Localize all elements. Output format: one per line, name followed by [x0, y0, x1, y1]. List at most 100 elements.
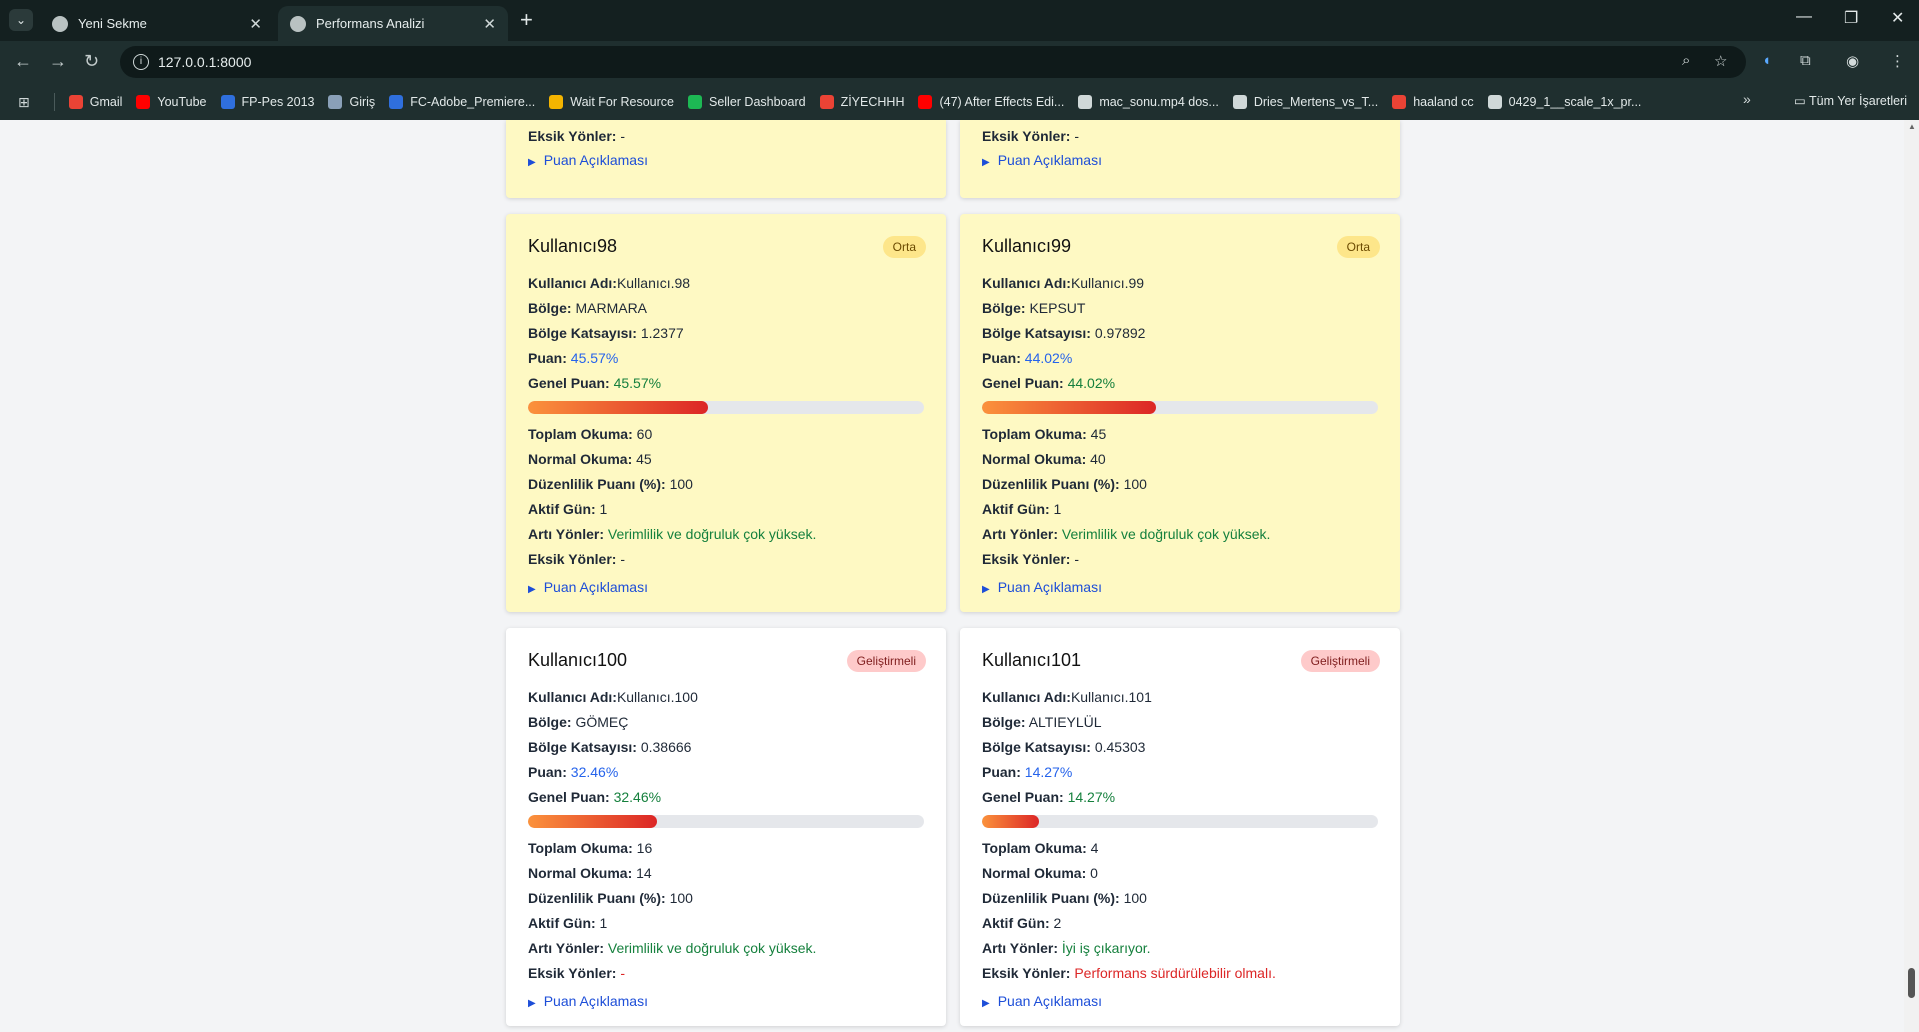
bookmark-label: Giriş	[349, 95, 376, 109]
zoom-icon[interactable]: ⌕	[1682, 52, 1690, 69]
user-card-partial: Eksik Yönler: - ▶ Puan Açıklaması	[960, 120, 1400, 198]
more-bookmarks-icon[interactable]: »	[1743, 91, 1751, 107]
value-overall: 44.02%	[1067, 375, 1116, 391]
bookmark-item[interactable]: haaland cc	[1392, 95, 1474, 109]
coef-row: Bölge Katsayısı: 0.97892	[982, 321, 1378, 346]
label-score: Puan:	[982, 350, 1021, 366]
apps-grid-icon[interactable]: ⊞	[18, 94, 30, 111]
label-active: Aktif Gün:	[982, 501, 1050, 517]
score-explanation-toggle[interactable]: ▶ Puan Açıklaması	[982, 572, 1378, 612]
value-overall: 32.46%	[613, 789, 662, 805]
bookmark-item[interactable]: FP-Pes 2013	[220, 95, 314, 109]
all-bookmarks-button[interactable]: ▭ Tüm Yer İşaretleri	[1794, 93, 1907, 108]
tab-yeni-sekme[interactable]: Yeni Sekme ✕	[40, 6, 274, 41]
bookmark-item[interactable]: FC-Adobe_Premiere...	[389, 95, 535, 109]
all-bookmarks-label: Tüm Yer İşaretleri	[1809, 94, 1907, 108]
close-tab-icon[interactable]: ✕	[483, 15, 496, 33]
label-cons: Eksik Yönler:	[528, 128, 617, 144]
back-icon[interactable]: ←	[14, 51, 32, 72]
profile-avatar-icon[interactable]: ◉	[1846, 52, 1859, 70]
total-row: Toplam Okuma: 45	[982, 422, 1378, 447]
tab-search-button[interactable]: ⌄	[9, 9, 33, 31]
label-pros: Artı Yönler:	[528, 526, 604, 542]
extension-icon[interactable]: ◖	[1762, 52, 1771, 69]
score-explanation-toggle[interactable]: ▶ Puan Açıklaması	[528, 572, 924, 612]
new-tab-button[interactable]: +	[520, 7, 533, 33]
bookmark-item[interactable]: Giriş	[328, 95, 375, 109]
label-regularity: Düzenlilik Puanı (%):	[982, 476, 1120, 492]
overall-progress-bar	[982, 401, 1378, 414]
value-score: 32.46%	[570, 764, 619, 780]
score-explanation-toggle[interactable]: ▶ Puan Açıklaması	[528, 986, 924, 1026]
bookmark-item[interactable]: YouTube	[136, 95, 207, 109]
user-card: Kullanıcı99 Orta Kullanıcı Adı:Kullanıcı…	[960, 214, 1400, 612]
label-coef: Bölge Katsayısı:	[982, 739, 1091, 755]
user-card: Kullanıcı98 Orta Kullanıcı Adı:Kullanıcı…	[506, 214, 946, 612]
regularity-row: Düzenlilik Puanı (%): 100	[528, 472, 924, 497]
close-tab-icon[interactable]: ✕	[249, 15, 262, 33]
restore-icon[interactable]: ❐	[1844, 8, 1858, 28]
bookmark-item[interactable]: 0429_1__scale_1x_pr...	[1487, 95, 1641, 109]
active-row: Aktif Gün: 1	[528, 497, 924, 522]
extensions-puzzle-icon[interactable]: ⧉	[1800, 52, 1811, 69]
explain-label: Puan Açıklaması	[997, 152, 1102, 168]
site-info-icon[interactable]: i	[133, 54, 149, 70]
scroll-up-icon[interactable]: ▲	[1908, 122, 1916, 131]
reload-icon[interactable]: ↻	[84, 51, 99, 72]
bookmark-item[interactable]: (47) After Effects Edi...	[918, 95, 1064, 109]
scrollbar-thumb[interactable]	[1908, 968, 1915, 998]
minimize-icon[interactable]: —	[1796, 8, 1812, 26]
bookmark-label: FC-Adobe_Premiere...	[410, 95, 536, 109]
label-cons: Eksik Yönler:	[982, 965, 1071, 981]
menu-icon[interactable]: ⋮	[1890, 52, 1905, 70]
label-pros: Artı Yönler:	[982, 940, 1058, 956]
label-coef: Bölge Katsayısı:	[982, 325, 1091, 341]
toolbar: ← → ↻ i 127.0.0.1:8000 ⌕ ☆ ◖ ⧉ ◉ ⋮	[0, 41, 1919, 84]
label-normal: Normal Okuma:	[982, 451, 1087, 467]
region-row: Bölge: MARMARA	[528, 296, 924, 321]
total-row: Toplam Okuma: 16	[528, 836, 924, 861]
label-regularity: Düzenlilik Puanı (%):	[528, 890, 666, 906]
normal-row: Normal Okuma: 0	[982, 861, 1378, 886]
value-coef: 0.45303	[1094, 739, 1146, 755]
triangle-right-icon: ▶	[982, 998, 990, 1009]
label-overall: Genel Puan:	[528, 375, 610, 391]
forward-icon[interactable]: →	[49, 51, 67, 72]
tab-title: Performans Analizi	[316, 16, 425, 31]
bookmark-item[interactable]: mac_sonu.mp4 dos...	[1078, 95, 1219, 109]
username-row: Kullanıcı Adı:Kullanıcı.101	[982, 685, 1378, 710]
score-explanation-toggle[interactable]: ▶ Puan Açıklaması	[528, 145, 924, 185]
bookmark-favicon-icon	[819, 95, 834, 109]
explain-label: Puan Açıklaması	[543, 993, 648, 1009]
value-normal: 0	[1090, 865, 1098, 881]
bookmark-favicon-icon	[1232, 95, 1247, 109]
label-region: Bölge:	[982, 714, 1026, 730]
bookmark-item[interactable]: ZİYECHHH	[819, 95, 904, 109]
close-window-icon[interactable]: ✕	[1891, 8, 1904, 28]
bookmark-favicon-icon	[328, 95, 343, 109]
label-region: Bölge:	[528, 300, 572, 316]
bookmark-item[interactable]: Seller Dashboard	[687, 95, 806, 109]
bookmark-favicon-icon	[1078, 95, 1093, 109]
pros-row: Artı Yönler: Verimlilik ve doğruluk çok …	[528, 522, 924, 547]
label-overall: Genel Puan:	[982, 789, 1064, 805]
score-row: Puan: 14.27%	[982, 760, 1378, 785]
bookmark-label: haaland cc	[1413, 95, 1474, 109]
value-total: 45	[1090, 426, 1107, 442]
tab-performans-analizi[interactable]: Performans Analizi ✕	[278, 6, 508, 41]
bookmark-item[interactable]: Dries_Mertens_vs_T...	[1232, 95, 1378, 109]
score-explanation-toggle[interactable]: ▶ Puan Açıklaması	[982, 145, 1378, 185]
label-regularity: Düzenlilik Puanı (%):	[982, 890, 1120, 906]
value-coef: 0.38666	[640, 739, 692, 755]
address-bar[interactable]: i 127.0.0.1:8000	[120, 46, 1746, 78]
explain-label: Puan Açıklaması	[997, 993, 1102, 1009]
label-normal: Normal Okuma:	[982, 865, 1087, 881]
bookmark-item[interactable]: Wait For Resource	[549, 95, 674, 109]
page-scrollbar[interactable]: ▲	[1904, 120, 1919, 1032]
bookmark-item[interactable]: Gmail	[68, 95, 122, 109]
score-explanation-toggle[interactable]: ▶ Puan Açıklaması	[982, 986, 1378, 1026]
value-region: GÖMEÇ	[575, 714, 629, 730]
star-icon[interactable]: ☆	[1714, 52, 1727, 70]
value-regularity: 100	[669, 476, 693, 492]
value-regularity: 100	[669, 890, 693, 906]
